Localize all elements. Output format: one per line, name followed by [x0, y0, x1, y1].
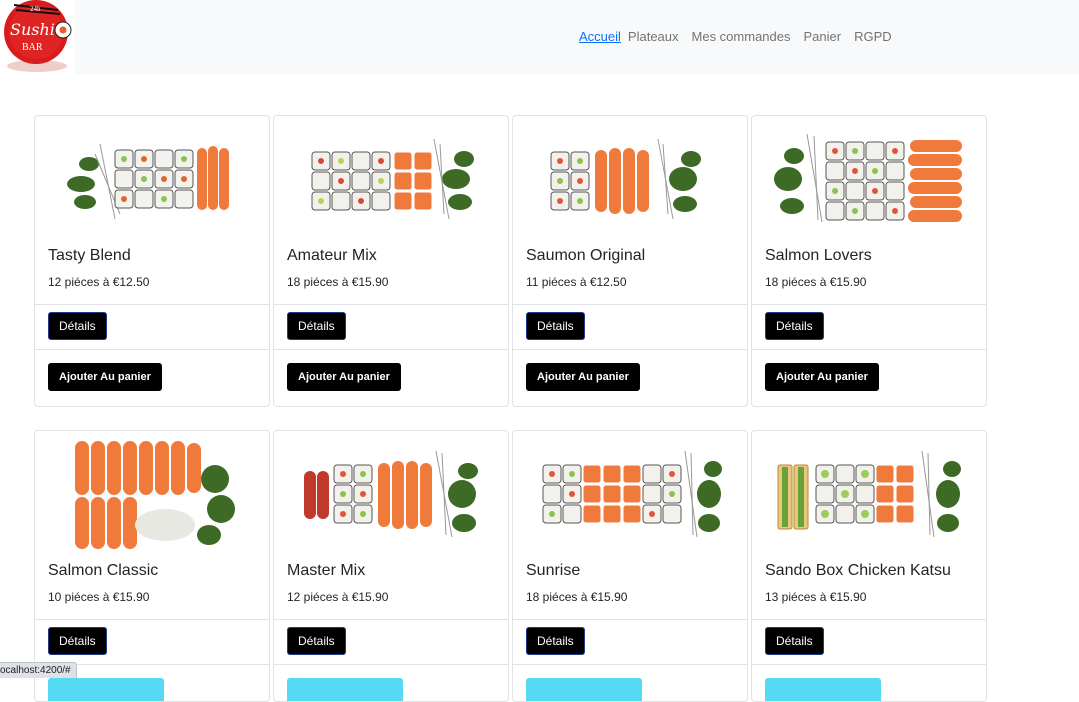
details-button[interactable]: Détails — [765, 627, 824, 655]
product-price: 18 piéces à €15.90 — [765, 275, 867, 289]
nav-links: Accueil Plateaux Mes commandes Panier RG… — [579, 26, 892, 46]
details-button[interactable]: Détails — [526, 312, 585, 340]
nav-panier[interactable]: Panier — [804, 29, 842, 44]
product-price: 12 piéces à €15.90 — [287, 590, 389, 604]
nav-accueil[interactable]: Accueil — [579, 29, 621, 44]
nav-mes-commandes[interactable]: Mes commandes — [692, 29, 791, 44]
svg-text:BAR: BAR — [22, 42, 43, 53]
product-card-sunrise: Sunrise 18 piéces à €15.90 Détails — [512, 430, 748, 702]
product-name: Tasty Blend — [48, 247, 131, 264]
divider — [513, 304, 747, 305]
product-image — [45, 439, 259, 551]
details-button[interactable]: Détails — [765, 312, 824, 340]
details-button[interactable]: Détails — [48, 312, 107, 340]
divider — [274, 349, 508, 350]
details-button[interactable]: Détails — [287, 312, 346, 340]
nav-rgpd[interactable]: RGPD — [854, 29, 892, 44]
add-to-cart-button[interactable]: Ajouter Au panier — [48, 363, 162, 391]
divider — [752, 349, 986, 350]
product-image — [762, 124, 976, 236]
product-price: 18 piéces à €15.90 — [526, 590, 628, 604]
product-name: Salmon Lovers — [765, 247, 872, 264]
product-name: Amateur Mix — [287, 247, 377, 264]
product-name: Sunrise — [526, 562, 581, 579]
product-name: Sando Box Chicken Katsu — [765, 562, 951, 579]
divider — [35, 304, 269, 305]
divider — [35, 619, 269, 620]
divider — [513, 349, 747, 350]
divider — [752, 619, 986, 620]
product-price: 11 piéces à €12.50 — [526, 275, 627, 289]
add-to-cart-button[interactable] — [526, 678, 642, 701]
sushi-bar-logo[interactable]: 24h Sushi BAR — [0, 0, 75, 74]
svg-text:24h: 24h — [30, 5, 41, 13]
navbar: 24h Sushi BAR Accueil Plateaux Mes comma… — [0, 0, 1079, 74]
product-name: Saumon Original — [526, 247, 646, 264]
product-image — [45, 124, 259, 236]
product-image — [284, 439, 498, 551]
divider — [513, 619, 747, 620]
product-card-salmon-lovers: Salmon Lovers 18 piéces à €15.90 Détails… — [751, 115, 987, 407]
product-card-tasty-blend: Tasty Blend 12 piéces à €12.50 Détails A… — [34, 115, 270, 407]
details-button[interactable]: Détails — [287, 627, 346, 655]
divider — [752, 304, 986, 305]
product-image — [523, 124, 737, 236]
product-name: Master Mix — [287, 562, 366, 579]
add-to-cart-button[interactable] — [48, 678, 164, 701]
divider — [274, 304, 508, 305]
nav-plateaux[interactable]: Plateaux — [628, 29, 679, 44]
divider — [752, 664, 986, 665]
product-card-saumon-original: Saumon Original 11 piéces à €12.50 Détai… — [512, 115, 748, 407]
product-price: 12 piéces à €12.50 — [48, 275, 150, 289]
product-price: 10 piéces à €15.90 — [48, 590, 150, 604]
product-image — [762, 439, 976, 551]
product-image — [284, 124, 498, 236]
add-to-cart-button[interactable] — [765, 678, 881, 701]
divider — [274, 619, 508, 620]
add-to-cart-button[interactable]: Ajouter Au panier — [526, 363, 640, 391]
divider — [35, 349, 269, 350]
product-price: 13 piéces à €15.90 — [765, 590, 867, 604]
add-to-cart-button[interactable]: Ajouter Au panier — [765, 363, 879, 391]
product-card-amateur-mix: Amateur Mix 18 piéces à €15.90 Détails A… — [273, 115, 509, 407]
product-price: 18 piéces à €15.90 — [287, 275, 389, 289]
add-to-cart-button[interactable]: Ajouter Au panier — [287, 363, 401, 391]
add-to-cart-button[interactable] — [287, 678, 403, 701]
svg-text:Sushi: Sushi — [10, 20, 55, 39]
product-card-sando-box-chicken-katsu: Sando Box Chicken Katsu 13 piéces à €15.… — [751, 430, 987, 702]
details-button[interactable]: Détails — [48, 627, 107, 655]
details-button[interactable]: Détails — [526, 627, 585, 655]
product-card-master-mix: Master Mix 12 piéces à €15.90 Détails — [273, 430, 509, 702]
product-name: Salmon Classic — [48, 562, 159, 579]
divider — [274, 664, 508, 665]
browser-status-url: ocalhost:4200/# — [0, 662, 77, 678]
product-image — [523, 439, 737, 551]
divider — [513, 664, 747, 665]
logo-image: 24h Sushi BAR — [4, 0, 72, 72]
